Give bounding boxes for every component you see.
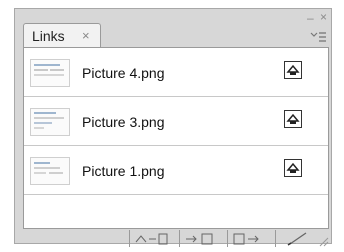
link-filename: Picture 4.png	[82, 65, 165, 81]
go-to-link-icon	[186, 233, 213, 245]
update-link-icon	[233, 233, 259, 245]
tab-label: Links	[32, 28, 65, 44]
link-row[interactable]: Picture 4.png	[24, 48, 328, 97]
tab-links[interactable]: Links ×	[23, 23, 101, 47]
link-status-icon	[284, 61, 302, 79]
edit-original-button[interactable]	[275, 230, 319, 247]
thumbnail-icon	[30, 59, 70, 87]
thumbnail-icon	[30, 108, 70, 136]
edit-original-icon	[287, 232, 307, 246]
link-filename: Picture 3.png	[82, 114, 165, 130]
link-row[interactable]: Picture 3.png	[24, 97, 328, 146]
thumbnail-icon	[30, 157, 70, 185]
links-panel: – × Links × Picture 4.png Picture 3.png …	[14, 8, 332, 247]
go-to-link-button[interactable]	[179, 230, 223, 247]
relink-button[interactable]	[129, 230, 175, 247]
links-toolbar	[129, 230, 329, 247]
link-status-icon	[284, 110, 302, 128]
update-link-button[interactable]	[227, 230, 271, 247]
link-row[interactable]: Picture 1.png	[24, 146, 328, 195]
minimize-button[interactable]: –	[307, 12, 314, 24]
panel-menu-icon[interactable]	[310, 31, 326, 43]
close-panel-button[interactable]: ×	[320, 11, 327, 23]
link-filename: Picture 1.png	[82, 163, 165, 179]
resize-grip-icon[interactable]	[319, 237, 329, 247]
link-status-icon	[284, 159, 302, 177]
relink-icon	[135, 233, 168, 245]
links-list: Picture 4.png Picture 3.png Picture 1.pn…	[23, 47, 329, 229]
tab-close-button[interactable]: ×	[82, 28, 90, 43]
